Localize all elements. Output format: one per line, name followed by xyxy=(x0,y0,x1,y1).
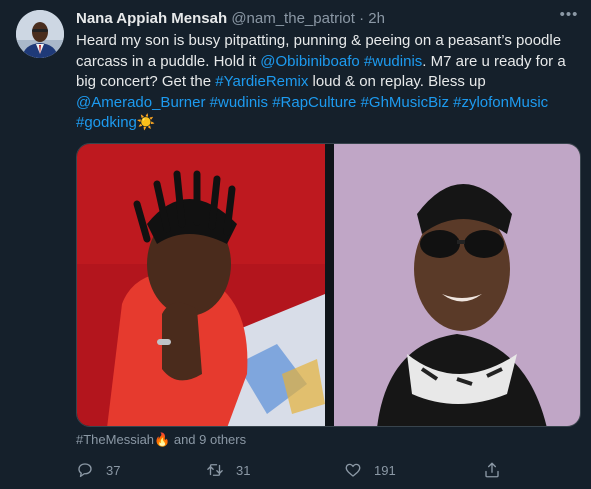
hashtag-link[interactable]: #wudinis xyxy=(210,94,268,111)
more-icon[interactable]: ••• xyxy=(559,7,579,28)
tweet-text-line: #godking☀️ xyxy=(76,113,581,134)
avatar[interactable] xyxy=(16,10,64,58)
tweet-header: Nana Appiah Mensah @nam_the_patriot · 2h xyxy=(76,9,579,29)
tweet-text-line: big concert? Get the #YardieRemix loud &… xyxy=(76,72,581,93)
hashtag-link[interactable]: #godking xyxy=(76,114,137,131)
tweet-text-line: @Amerado_Burner #wudinis #RapCulture #Gh… xyxy=(76,93,581,114)
like-count: 191 xyxy=(374,462,396,478)
hashtag-link[interactable]: #RapCulture xyxy=(272,94,356,111)
share-button[interactable] xyxy=(483,458,501,482)
hashtag-link[interactable]: #wudinis xyxy=(364,53,422,70)
tweet-text-line: Heard my son is busy pitpatting, punning… xyxy=(76,31,581,52)
mention-link[interactable]: @Amerado_Burner xyxy=(76,94,205,111)
retweet-icon xyxy=(207,464,223,476)
tweet-text-segment: loud & on replay. Bless up xyxy=(308,73,486,90)
tweet-time[interactable]: 2h xyxy=(368,10,385,27)
retweet-count: 31 xyxy=(236,462,251,478)
author-name[interactable]: Nana Appiah Mensah xyxy=(76,10,227,27)
mention-link[interactable]: @Obibiniboafo xyxy=(260,53,359,70)
tweet-text-segment: carcass in a puddle. Hold it xyxy=(76,52,261,70)
retweet-button[interactable]: 31 xyxy=(206,458,250,482)
tweet-media[interactable] xyxy=(76,143,581,427)
tweet-actions: 37 31 191 xyxy=(76,458,581,482)
like-button[interactable]: 191 xyxy=(344,458,396,482)
reply-icon xyxy=(78,463,92,478)
left-photo xyxy=(77,144,325,426)
tweet-text-segment: big concert? Get the xyxy=(76,73,216,90)
right-photo xyxy=(334,144,580,426)
author-handle[interactable]: @nam_the_patriot xyxy=(231,10,355,27)
tweet-text-segment: . M7 are u ready for a xyxy=(422,52,566,70)
meta-separator: · xyxy=(359,10,365,27)
tagged-users[interactable]: #TheMessiah🔥 and 9 others xyxy=(76,431,246,449)
tweet-text-segment: Heard my son is busy pitpatting, punning… xyxy=(76,32,562,49)
tag-others: and 9 others xyxy=(170,432,247,447)
reply-count: 37 xyxy=(106,462,121,478)
tag-hashtag: #TheMessiah xyxy=(76,432,155,447)
avatar-photo xyxy=(16,10,64,58)
fire-emoji: 🔥 xyxy=(154,432,171,447)
reply-button[interactable]: 37 xyxy=(76,458,120,482)
hashtag-link[interactable]: #GhMusicBiz xyxy=(361,94,449,111)
share-icon xyxy=(485,462,499,478)
hashtag-link[interactable]: #YardieRemix xyxy=(215,73,308,90)
tweet-text-line: carcass in a puddle. Hold it @Obibiniboa… xyxy=(76,52,581,73)
media-photos xyxy=(77,144,580,426)
tweet-text-segment: ☀️ xyxy=(136,114,156,131)
tweet[interactable]: Nana Appiah Mensah @nam_the_patriot · 2h… xyxy=(0,0,591,489)
like-icon xyxy=(345,463,361,477)
hashtag-link[interactable]: #zylofonMusic xyxy=(453,94,548,111)
tweet-text: Heard my son is busy pitpatting, punning… xyxy=(76,31,581,134)
